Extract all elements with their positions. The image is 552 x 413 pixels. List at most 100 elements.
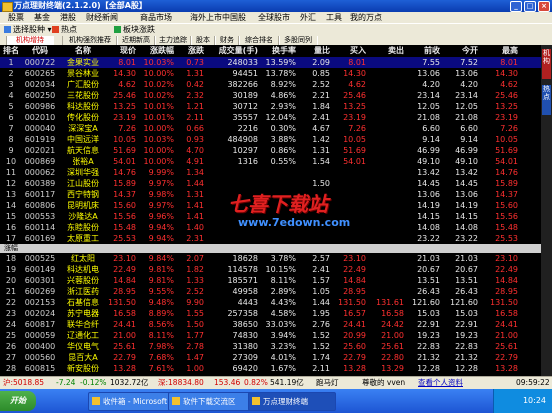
cell-ratio: 2.76 [312, 320, 330, 329]
cell-ratio: 4.67 [312, 124, 330, 133]
table-row[interactable]: 5 600986 科达股份 13.25 10.01% 1.21 30712 2.93% 1.84… [0, 101, 552, 112]
table-row[interactable]: 25 000059 辽通化工 21.00 8.11% 1.77 74830 3.94% 1.52… [0, 330, 552, 341]
hot-button[interactable]: 热点 [52, 24, 77, 36]
column-header[interactable]: 买入 [330, 45, 366, 57]
hot-label: 热点 [61, 25, 77, 34]
table-row[interactable]: 26 000400 华仪电气 25.61 7.98% 2.78 31380 3.23% 1.52… [0, 341, 552, 352]
table-row[interactable]: 9 002021 航天信息 51.69 10.00% 4.70 10297 0.86% 1.31… [0, 145, 552, 156]
tab-ranking[interactable]: 综合排名 [238, 36, 280, 45]
select-icon [4, 26, 11, 33]
table-row[interactable]: 22 002153 石基信息 131.50 9.48% 9.90 4443 4.43% 1.44… [0, 297, 552, 308]
cell-name: 昆百大A [68, 353, 98, 362]
cell-prev: 12.05 [417, 102, 440, 111]
menu-item[interactable]: 外汇 [300, 12, 316, 23]
cell-ratio: 2.21 [312, 91, 330, 100]
table-row[interactable]: 10 000869 张裕A 54.01 10.00% 4.91 1316 0.55% 1.54 5… [0, 156, 552, 167]
menu-item[interactable]: 海外上市中国股 [190, 12, 246, 23]
taskbar-item-mail[interactable]: 收件箱 - Microsoft ... [88, 392, 176, 411]
table-row[interactable]: 21 600269 浙江医药 28.95 9.55% 2.52 49958 2.89% 1.05… [0, 286, 552, 297]
menu-item[interactable]: 股票 [8, 12, 24, 23]
cell-ratio: 0.85 [312, 69, 330, 78]
right-tab-hot[interactable]: 热点 [542, 85, 551, 115]
table-row[interactable]: 4 600250 三花股份 25.46 10.02% 2.32 30189 4.86% 2.21… [0, 90, 552, 101]
table-row[interactable]: 1 000722 金果实业 8.01 10.03% 0.73 248033 13.59% 2.0… [0, 57, 552, 68]
cell-code: 600389 [24, 179, 56, 188]
column-header[interactable]: 卖出 [366, 45, 404, 57]
column-header[interactable]: 代码 [22, 45, 58, 57]
table-row[interactable]: 28 600815 新安股份 13.28 7.61% 1.00 69420 1.67% 2.11… [0, 363, 552, 374]
table-row[interactable]: 8 601919 中国远洋 10.05 10.03% 0.93 484908 3.88% 1.4… [0, 134, 552, 145]
cell-sell [366, 123, 404, 134]
cell-vol: 69420 [232, 364, 258, 373]
column-header[interactable]: 排名 [0, 45, 22, 57]
cell-open: 14.45 [455, 179, 478, 188]
tab-institution-recommend[interactable]: 机构强烈推荐 [62, 36, 118, 45]
table-row[interactable]: 19 600149 科达机电 22.49 9.81% 1.82 114578 10.15% 2.… [0, 264, 552, 275]
taskbar-item-forum[interactable]: 软件下载交流区 [168, 392, 256, 411]
tab-main-force[interactable]: 主力追踪 [154, 36, 192, 45]
taskbar-item-terminal[interactable]: 万点理财终端 [248, 392, 336, 411]
cell-vol: 35557 [232, 113, 258, 122]
table-row[interactable]: 24 600817 联华合纤 24.41 8.56% 1.50 38650 33.03% 2.7… [0, 319, 552, 330]
tab-institution-add[interactable]: 机构增持 [6, 36, 54, 45]
cell-name: 金果实业 [67, 58, 99, 67]
minimize-button[interactable]: _ [510, 1, 522, 12]
cell-pct: 7.98% [148, 342, 174, 351]
cell-high: 131.50 [490, 298, 518, 307]
table-row[interactable]: 17 600169 太原重工 25.53 9.94% 2.31 23.22 23.22 25.5… [0, 233, 552, 244]
menu-item[interactable]: 商品市场 [140, 12, 172, 23]
cell-turn: 4.86% [270, 91, 296, 100]
cell-rank: 11 [5, 168, 17, 177]
menu-item[interactable]: 基金 [34, 12, 50, 23]
browser-icon [172, 397, 180, 405]
menu-item[interactable]: 我的万点 [350, 12, 382, 23]
cell-high: 25.61 [495, 342, 518, 351]
select-stock-button[interactable]: 选择股种 ▾ [4, 24, 52, 36]
close-button[interactable]: × [538, 1, 550, 12]
cell-open: 22.91 [455, 320, 478, 329]
right-tab-institution[interactable]: 机构 [542, 49, 551, 79]
cell-buy: 23.10 [343, 254, 366, 263]
table-row[interactable]: 7 000040 深深宝A 7.26 10.00% 0.66 2216 0.30% 4.67 7.… [0, 123, 552, 134]
column-header[interactable]: 涨跌幅 [136, 45, 174, 57]
cell-sell [366, 134, 404, 145]
table-row[interactable]: 20 600301 兴蓉股份 14.84 9.81% 1.33 185571 8.11% 1.5… [0, 275, 552, 286]
table-row[interactable]: 6 002010 传化股份 23.19 10.01% 2.11 35557 12.04% 2.4… [0, 112, 552, 123]
column-header[interactable]: 量比 [296, 45, 330, 57]
cell-sell: 22.80 [381, 353, 404, 362]
table-row[interactable]: 18 000525 红太阳 23.10 9.84% 2.07 18628 3.78% 2.57 2… [0, 253, 552, 264]
status-time: 09:59:22 [516, 378, 550, 387]
column-header[interactable]: 名称 [58, 45, 108, 57]
column-header[interactable]: 前收 [404, 45, 440, 57]
cell-price: 51.69 [113, 146, 136, 155]
column-header[interactable]: 今开 [440, 45, 478, 57]
tab-finance[interactable]: 财务 [214, 36, 240, 45]
cell-chg: 2.52 [186, 287, 204, 296]
tab-multi-stock[interactable]: 多股同列 [278, 36, 318, 45]
table-row[interactable]: 2 600265 景谷林业 14.30 10.00% 1.31 94451 13.78% 0.8… [0, 68, 552, 79]
menu-item[interactable]: 财经新闻 [86, 12, 118, 23]
board-button[interactable]: 板块涨跌 [114, 24, 155, 36]
column-header[interactable]: 现价 [108, 45, 136, 57]
cell-buy: 23.19 [343, 113, 366, 122]
cell-rank: 27 [5, 353, 17, 362]
table-row[interactable]: 23 002024 苏宁电器 16.58 8.89% 1.55 257358 4.58% 1.9… [0, 308, 552, 319]
column-header[interactable]: 涨跌 [174, 45, 204, 57]
menu-item[interactable]: 全球股市 [258, 12, 290, 23]
column-header[interactable]: 最高 [478, 45, 518, 57]
menu-item[interactable]: 工具 [326, 12, 342, 23]
tab-recent-high[interactable]: 近期新高 [116, 36, 156, 45]
tab-equity[interactable]: 股本 [190, 36, 216, 45]
account-link[interactable]: 查看个人资料 [418, 377, 463, 389]
table-row[interactable]: 27 000560 昆百大A 22.79 7.68% 1.47 27309 4.01% 1.74… [0, 352, 552, 363]
table-row[interactable]: 11 000062 深圳华强 14.76 9.99% 1.34 13.42 13.42 14.7… [0, 167, 552, 178]
menu-item[interactable]: 港股 [60, 12, 76, 23]
cell-vol: 74830 [232, 331, 258, 340]
column-header[interactable]: 换手率 [258, 45, 296, 57]
start-button[interactable]: 开始 [0, 391, 36, 411]
column-header[interactable]: 成交量(手) [204, 45, 258, 57]
cell-high: 25.46 [495, 91, 518, 100]
cell-pct: 9.97% [148, 179, 174, 188]
table-row[interactable]: 3 002034 广汇股份 4.62 10.02% 0.42 382266 8.92% 2.52… [0, 79, 552, 90]
maximize-button[interactable]: □ [524, 1, 536, 12]
